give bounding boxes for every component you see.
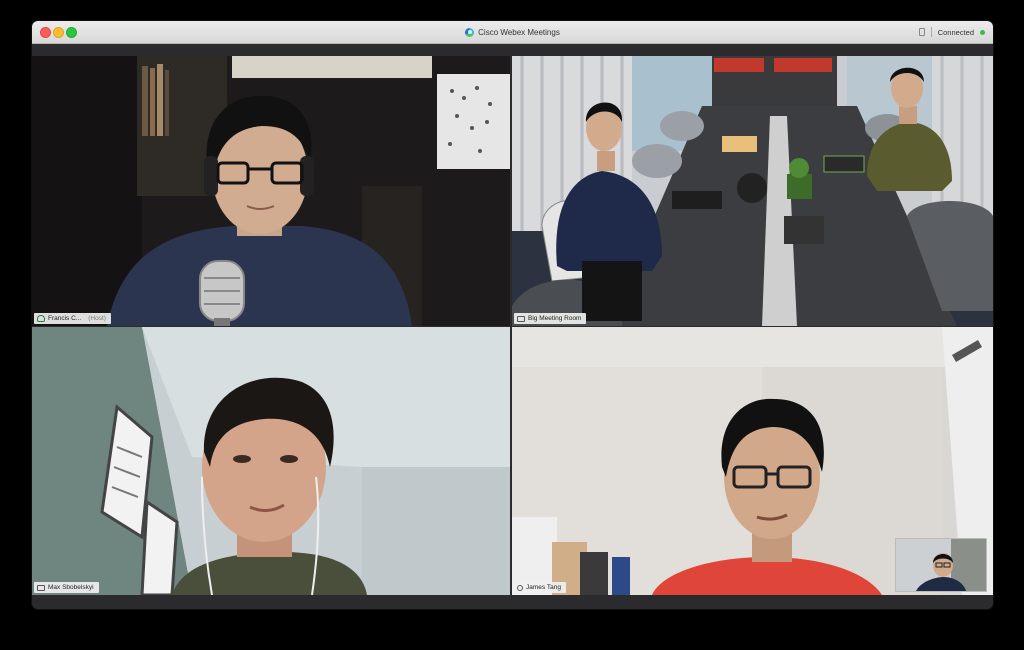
participant-label: Max Sbobelskyi: [34, 582, 99, 593]
room-device-icon: [517, 315, 525, 322]
participant-name: James Tang: [526, 584, 561, 591]
webex-window: Cisco Webex Meetings Connected Francis C…: [32, 21, 993, 609]
webex-logo-icon: [465, 27, 475, 37]
video-tile-james[interactable]: James Tang: [512, 327, 993, 595]
video-tile-host[interactable]: Francis C... (Host): [32, 56, 510, 326]
participant-label: James Tang: [514, 582, 566, 593]
video-tile-meeting-room[interactable]: Big Meeting Room: [512, 56, 993, 326]
participant-name: Big Meeting Room: [528, 315, 582, 322]
participant-role: (Host): [88, 315, 106, 322]
window-title-wrap: Cisco Webex Meetings: [32, 21, 993, 43]
connected-dot-icon: [980, 29, 985, 35]
max-video-feed: [32, 327, 510, 595]
device-icon: [37, 584, 45, 591]
self-view-thumbnail[interactable]: [895, 538, 987, 592]
lock-icon: [918, 28, 925, 36]
connection-status-text: Connected: [937, 27, 974, 37]
participant-name: Francis C...: [48, 315, 82, 322]
connection-status: Connected: [918, 21, 985, 43]
people-icon: [37, 315, 45, 322]
participant-label: Francis C... (Host): [34, 313, 111, 324]
video-tile-max[interactable]: Max Sbobelskyi: [32, 327, 510, 595]
participant-name: Max Sbobelskyi: [48, 584, 94, 591]
meeting-room-video-feed: [512, 56, 993, 326]
host-video-feed: [32, 56, 510, 326]
phone-icon: [517, 584, 523, 591]
self-view-feed: [896, 539, 986, 591]
divider: [930, 27, 932, 37]
window-title: Cisco Webex Meetings: [478, 27, 560, 37]
title-bar: Cisco Webex Meetings Connected: [32, 21, 993, 44]
participant-label: Big Meeting Room: [514, 313, 587, 324]
